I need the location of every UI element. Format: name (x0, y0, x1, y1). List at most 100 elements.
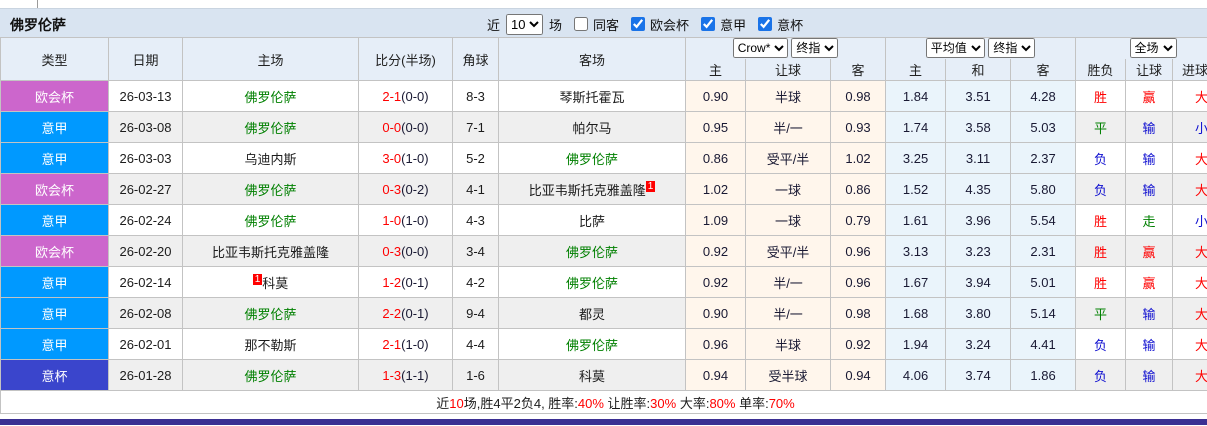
asia-time-select[interactable]: 终指 (791, 38, 839, 59)
home-team-cell: 佛罗伦萨 (182, 359, 359, 391)
summary-part: 80% (709, 395, 736, 411)
euro-odds-cell: 4.41 (1010, 328, 1077, 360)
corners-cell: 8-3 (452, 80, 499, 112)
date-cell: 26-02-24 (108, 204, 183, 236)
top-strip (0, 0, 1207, 8)
result-cell: 输 (1125, 359, 1174, 391)
same-away-label: 同客 (593, 17, 620, 33)
summary-part: 40% (577, 395, 604, 411)
result-cell: 输 (1125, 111, 1174, 143)
date-cell: 26-01-28 (108, 359, 183, 391)
asia-odds-cell: 1.02 (685, 173, 746, 205)
result-cell: 输 (1125, 173, 1174, 205)
same-away-checkbox[interactable] (574, 17, 589, 31)
col-type: 类型 (0, 37, 109, 81)
asia-odds-cell: 0.98 (829, 80, 887, 112)
divider (37, 0, 38, 8)
recent-label: 近 (487, 17, 501, 33)
corners-cell: 4-2 (452, 266, 499, 298)
corners-cell: 4-1 (452, 173, 499, 205)
league-cell: 意甲 (0, 142, 109, 174)
summary-part: 场,胜4平2负4, 胜率: (463, 395, 578, 411)
league-cell: 欧会杯 (0, 235, 109, 267)
col-handicap-result: 让球 (1125, 58, 1174, 81)
table-row: 意甲 26-02-08 佛罗伦萨 2-2(0-1) 9-4 都灵 0.90 半/一 0.98 1.… (0, 297, 1207, 329)
league-cell: 意甲 (0, 297, 109, 329)
away-team-cell: 琴斯托霍瓦 (498, 80, 686, 112)
asia-odds-cell: 0.94 (685, 359, 746, 391)
filter-coppa-checkbox[interactable] (758, 17, 773, 31)
result-group: 全场 (1075, 37, 1207, 59)
corners-cell: 4-4 (452, 328, 499, 360)
score-cell: 0-0(0-0) (358, 111, 453, 143)
bottom-accent-bar (0, 419, 1207, 425)
result-cell: 大 (1172, 328, 1207, 360)
result-cell: 输 (1125, 328, 1174, 360)
euro-odds-cell: 3.96 (945, 204, 1012, 236)
euro-odds-cell: 1.52 (885, 173, 947, 205)
home-team-cell: 佛罗伦萨 (182, 111, 359, 143)
score-cell: 2-1(0-0) (358, 80, 453, 112)
col-winloss: 胜负 (1075, 58, 1127, 81)
euro-odds-group: 平均值 终指 (885, 37, 1077, 59)
matches-label: 场 (549, 17, 563, 33)
away-team-cell: 比萨 (498, 204, 686, 236)
euro-odds-cell: 1.86 (1010, 359, 1077, 391)
euro-odds-cell: 1.74 (885, 111, 947, 143)
score-cell: 1-0(1-0) (358, 204, 453, 236)
col-euro-draw: 和 (945, 58, 1012, 81)
asia-odds-cell: 0.92 (829, 328, 887, 360)
euro-odds-cell: 4.06 (885, 359, 947, 391)
asia-odds-cell: 0.93 (829, 111, 887, 143)
score-cell: 0-3(0-0) (358, 235, 453, 267)
summary-part: 让胜率: (603, 395, 651, 411)
date-cell: 26-03-13 (108, 80, 183, 112)
asia-odds-cell: 半球 (745, 328, 831, 360)
euro-odds-cell: 1.61 (885, 204, 947, 236)
result-cell: 大 (1172, 235, 1207, 267)
asia-odds-cell: 0.86 (829, 173, 887, 205)
score-cell: 1-3(1-1) (358, 359, 453, 391)
recent-count-select[interactable]: 10 (506, 13, 544, 35)
result-cell: 赢 (1125, 235, 1174, 267)
result-scope-select[interactable]: 全场 (1129, 38, 1177, 59)
euro-odds-cell: 3.51 (945, 80, 1012, 112)
euro-time-select[interactable]: 终指 (988, 38, 1036, 59)
filter-uecl-checkbox[interactable] (631, 17, 646, 31)
corners-cell: 7-1 (452, 111, 499, 143)
euro-odds-cell: 5.01 (1010, 266, 1077, 298)
asia-odds-cell: 1.02 (829, 142, 887, 174)
col-euro-home: 主 (885, 58, 947, 81)
asia-odds-cell: 受平/半 (745, 142, 831, 174)
euro-odds-cell: 3.23 (945, 235, 1012, 267)
league-cell: 意甲 (0, 204, 109, 236)
euro-odds-cell: 5.80 (1010, 173, 1077, 205)
table-row: 意杯 26-01-28 佛罗伦萨 1-3(1-1) 1-6 科莫 0.94 受半球 0.94 4.… (0, 359, 1207, 391)
table-row: 意甲 26-02-01 那不勒斯 2-1(1-0) 4-4 佛罗伦萨 0.96 半球 0.92 1… (0, 328, 1207, 360)
date-cell: 26-02-20 (108, 235, 183, 267)
summary-part: 10 (449, 395, 464, 411)
away-team-cell: 佛罗伦萨 (498, 235, 686, 267)
toolbar: 近 10 场 同客 欧会杯 意甲 意杯 (487, 12, 803, 36)
corners-cell: 3-4 (452, 235, 499, 267)
away-team-cell: 帕尔马 (498, 111, 686, 143)
filter-uecl-label: 欧会杯 (650, 17, 690, 33)
away-team-cell: 都灵 (498, 297, 686, 329)
euro-odds-cell: 3.13 (885, 235, 947, 267)
score-cell: 2-2(0-1) (358, 297, 453, 329)
away-team-cell: 比亚韦斯托克雅盖隆 1 (498, 173, 686, 205)
asia-odds-cell: 0.94 (829, 359, 887, 391)
asia-bookmaker-select[interactable]: Crow* (732, 38, 788, 59)
summary-part: 近 (436, 395, 450, 411)
match-table: 类型 日期 主场 比分(半场) 角球 客场 Crow* 终指 平均值 终指 全场… (0, 37, 1207, 414)
result-cell: 大 (1172, 359, 1207, 391)
asia-odds-cell: 0.92 (685, 235, 746, 267)
table-row: 欧会杯 26-02-27 佛罗伦萨 0-3(0-2) 4-1 比亚韦斯托克雅盖隆 1 1.02… (0, 173, 1207, 205)
euro-source-select[interactable]: 平均值 (925, 38, 985, 59)
filter-seriea-checkbox[interactable] (701, 17, 716, 31)
asia-odds-cell: 0.86 (685, 142, 746, 174)
filter-coppa-label: 意杯 (777, 17, 804, 33)
score-cell: 2-1(1-0) (358, 328, 453, 360)
summary-part: 大率: (676, 395, 710, 411)
asia-odds-group: Crow* 终指 (684, 37, 887, 59)
